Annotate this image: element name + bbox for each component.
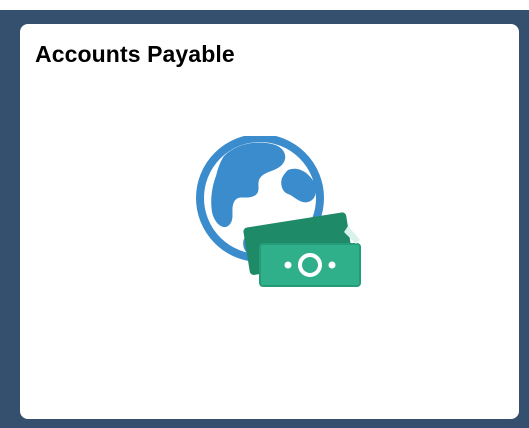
globe-money-icon	[188, 136, 364, 288]
tile-title: Accounts Payable	[35, 41, 235, 67]
accounts-payable-tile[interactable]: Accounts Payable	[20, 24, 519, 419]
